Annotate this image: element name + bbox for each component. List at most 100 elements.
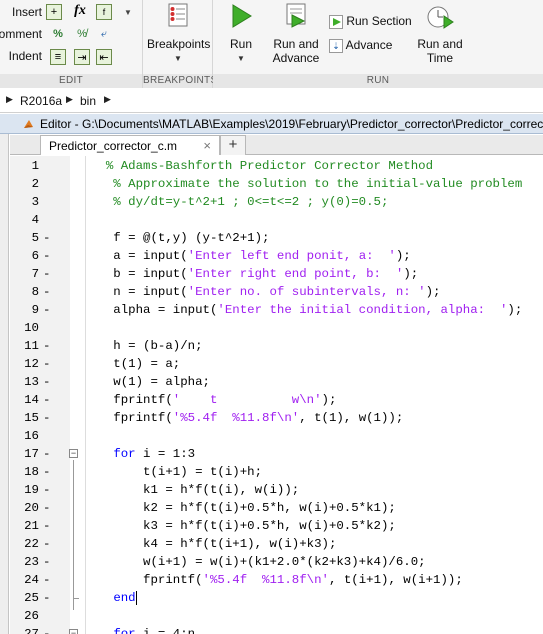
code-line[interactable]: 24- fprintf('%5.4f %11.8f\n', t(i+1), w(… [10,571,543,589]
wrap-comments-icon[interactable]: ⤶ [96,26,112,42]
decrease-indent-icon[interactable]: ⇤ [96,49,112,65]
comment-icon[interactable]: % [50,26,66,42]
code-line[interactable]: 9- alpha = input('Enter the initial cond… [10,301,543,319]
code-text: f = @(t,y) (y-t^2+1); [91,229,269,247]
code-line[interactable]: 26 [10,607,543,625]
code-line[interactable]: 18- t(i+1) = t(i)+h; [10,463,543,481]
code-line[interactable]: 17- for i = 1:3 [10,445,543,463]
line-number: 8 [31,285,39,299]
code-line[interactable]: 22- k4 = h*f(t(i+1), w(i)+k3); [10,535,543,553]
fold-toggle-icon[interactable]: − [69,629,78,634]
breakpoint-marker[interactable]: - [43,589,50,607]
run-label: Run [229,37,252,51]
code-line[interactable]: 25- end [10,589,543,607]
insert-dropdown-icon[interactable]: ▼ [124,8,132,17]
breakpoint-marker[interactable]: - [43,337,50,355]
insert-label[interactable]: Insert [12,5,42,19]
run-section-button[interactable]: Run Section [329,14,412,29]
code-text: t(i+1) = t(i)+h; [91,463,262,481]
code-line[interactable]: 2 % Approximate the solution to the init… [10,175,543,193]
code-line[interactable]: 13- w(1) = alpha; [10,373,543,391]
uncomment-icon[interactable]: %̸ [74,26,90,42]
code-line[interactable]: 14- fprintf(' t w\n'); [10,391,543,409]
breakpoint-marker[interactable]: - [43,625,50,634]
breakpoint-marker[interactable]: - [43,247,50,265]
fx-icon[interactable]: fx [72,3,88,19]
code-line[interactable]: 8- n = input('Enter no. of subintervals,… [10,283,543,301]
breakpoint-marker[interactable]: - [43,283,50,301]
code-text: t(1) = a; [91,355,180,373]
advance-button[interactable]: ⇣ Advance [329,38,392,53]
breakpoint-marker[interactable]: - [43,481,50,499]
line-number: 11 [24,339,39,353]
code-token: h = (b-a)/n; [91,339,203,353]
breakpoint-marker[interactable]: - [43,571,50,589]
run-and-time-button[interactable]: Run and Time [413,2,467,65]
breakpoint-marker[interactable]: - [43,391,50,409]
breakpoint-marker[interactable]: - [43,499,50,517]
code-line[interactable]: 11- h = (b-a)/n; [10,337,543,355]
code-text: k2 = h*f(t(i)+0.5*h, w(i)+0.5*k1); [91,499,396,517]
breakpoint-marker[interactable]: - [43,409,50,427]
indent-label[interactable]: Indent [9,49,42,63]
code-line[interactable]: 3 % dy/dt=y-t^2+1 ; 0<=t<=2 ; y(0)=0.5; [10,193,543,211]
crumb-r2016a[interactable]: R2016a [20,94,62,108]
line-number: 14 [24,393,39,407]
line-number: 23 [24,555,39,569]
code-token: , t(i+1), w(i+1)); [328,573,463,587]
breakpoints-icon [168,3,188,27]
smart-indent-icon[interactable]: ≡ [50,49,66,65]
run-dropdown-icon[interactable]: ▼ [223,52,259,66]
code-line[interactable]: 6- a = input('Enter left end ponit, a: '… [10,247,543,265]
line-number: 5 [31,231,39,245]
code-line[interactable]: 27- for i = 4:n [10,625,543,634]
code-line[interactable]: 16 [10,427,543,445]
run-section-label: Run Section [346,14,412,28]
crumb-bin[interactable]: bin [80,94,96,108]
new-tab-button[interactable]: + [220,135,246,155]
breakpoint-marker[interactable]: - [43,535,50,553]
code-line[interactable]: 15- fprintf('%5.4f %11.8f\n', t(1), w(1)… [10,409,543,427]
insert-function-icon[interactable]: f [96,4,112,20]
tab-predictor-corrector[interactable]: Predictor_corrector_c.m × [40,135,220,155]
editor-tabbar: Predictor_corrector_c.m × + [10,135,543,155]
breakpoint-marker[interactable]: - [43,355,50,373]
run-and-advance-button[interactable]: Run and Advance [269,2,323,65]
code-line[interactable]: 7- b = input('Enter right end point, b: … [10,265,543,283]
code-token: alpha = input( [91,303,218,317]
code-line[interactable]: 5- f = @(t,y) (y-t^2+1); [10,229,543,247]
code-line[interactable]: 19- k1 = h*f(t(i), w(i)); [10,481,543,499]
code-line[interactable]: 4 [10,211,543,229]
code-line[interactable]: 10 [10,319,543,337]
insert-icon[interactable]: + [46,4,62,20]
breakpoints-button[interactable]: Breakpoints ▼ [147,2,210,66]
code-line[interactable]: 21- k3 = h*f(t(i)+0.5*h, w(i)+0.5*k2); [10,517,543,535]
side-panel-edge [0,114,9,634]
breakpoint-marker[interactable]: - [43,229,50,247]
breakpoint-marker[interactable]: - [43,517,50,535]
code-line[interactable]: 1 % Adams-Bashforth Predictor Corrector … [10,157,543,175]
breakpoints-dropdown-icon[interactable]: ▼ [147,52,209,66]
code-line[interactable]: 23- w(i+1) = w(i)+(k1+2.0*(k2+k3)+k4)/6.… [10,553,543,571]
code-line[interactable]: 20- k2 = h*f(t(i)+0.5*h, w(i)+0.5*k1); [10,499,543,517]
comment-label[interactable]: Comment [0,27,42,41]
fold-toggle-icon[interactable]: − [69,449,78,458]
code-token: % dy/dt=y-t^2+1 ; 0<=t<=2 ; y(0)=0.5; [91,195,389,209]
code-token: a = input( [91,249,188,263]
breakpoint-marker[interactable]: - [43,553,50,571]
crumb-separator-icon: ▶ [66,94,73,104]
code-editor[interactable]: 1 % Adams-Bashforth Predictor Corrector … [10,156,543,634]
breakpoint-marker[interactable]: - [43,445,50,463]
breakpoint-marker[interactable]: - [43,265,50,283]
breakpoint-marker[interactable]: - [43,463,50,481]
run-button[interactable]: Run ▼ [223,2,259,66]
address-bar[interactable]: ▶ R2016a ▶ bin ▶ [0,89,543,113]
breakpoint-marker[interactable]: - [43,301,50,319]
increase-indent-icon[interactable]: ⇥ [74,49,90,65]
close-icon[interactable]: × [203,138,211,153]
code-token: fprintf( [91,573,203,587]
code-line[interactable]: 12- t(1) = a; [10,355,543,373]
code-text: k4 = h*f(t(i+1), w(i)+k3); [91,535,336,553]
breakpoint-marker[interactable]: - [43,373,50,391]
